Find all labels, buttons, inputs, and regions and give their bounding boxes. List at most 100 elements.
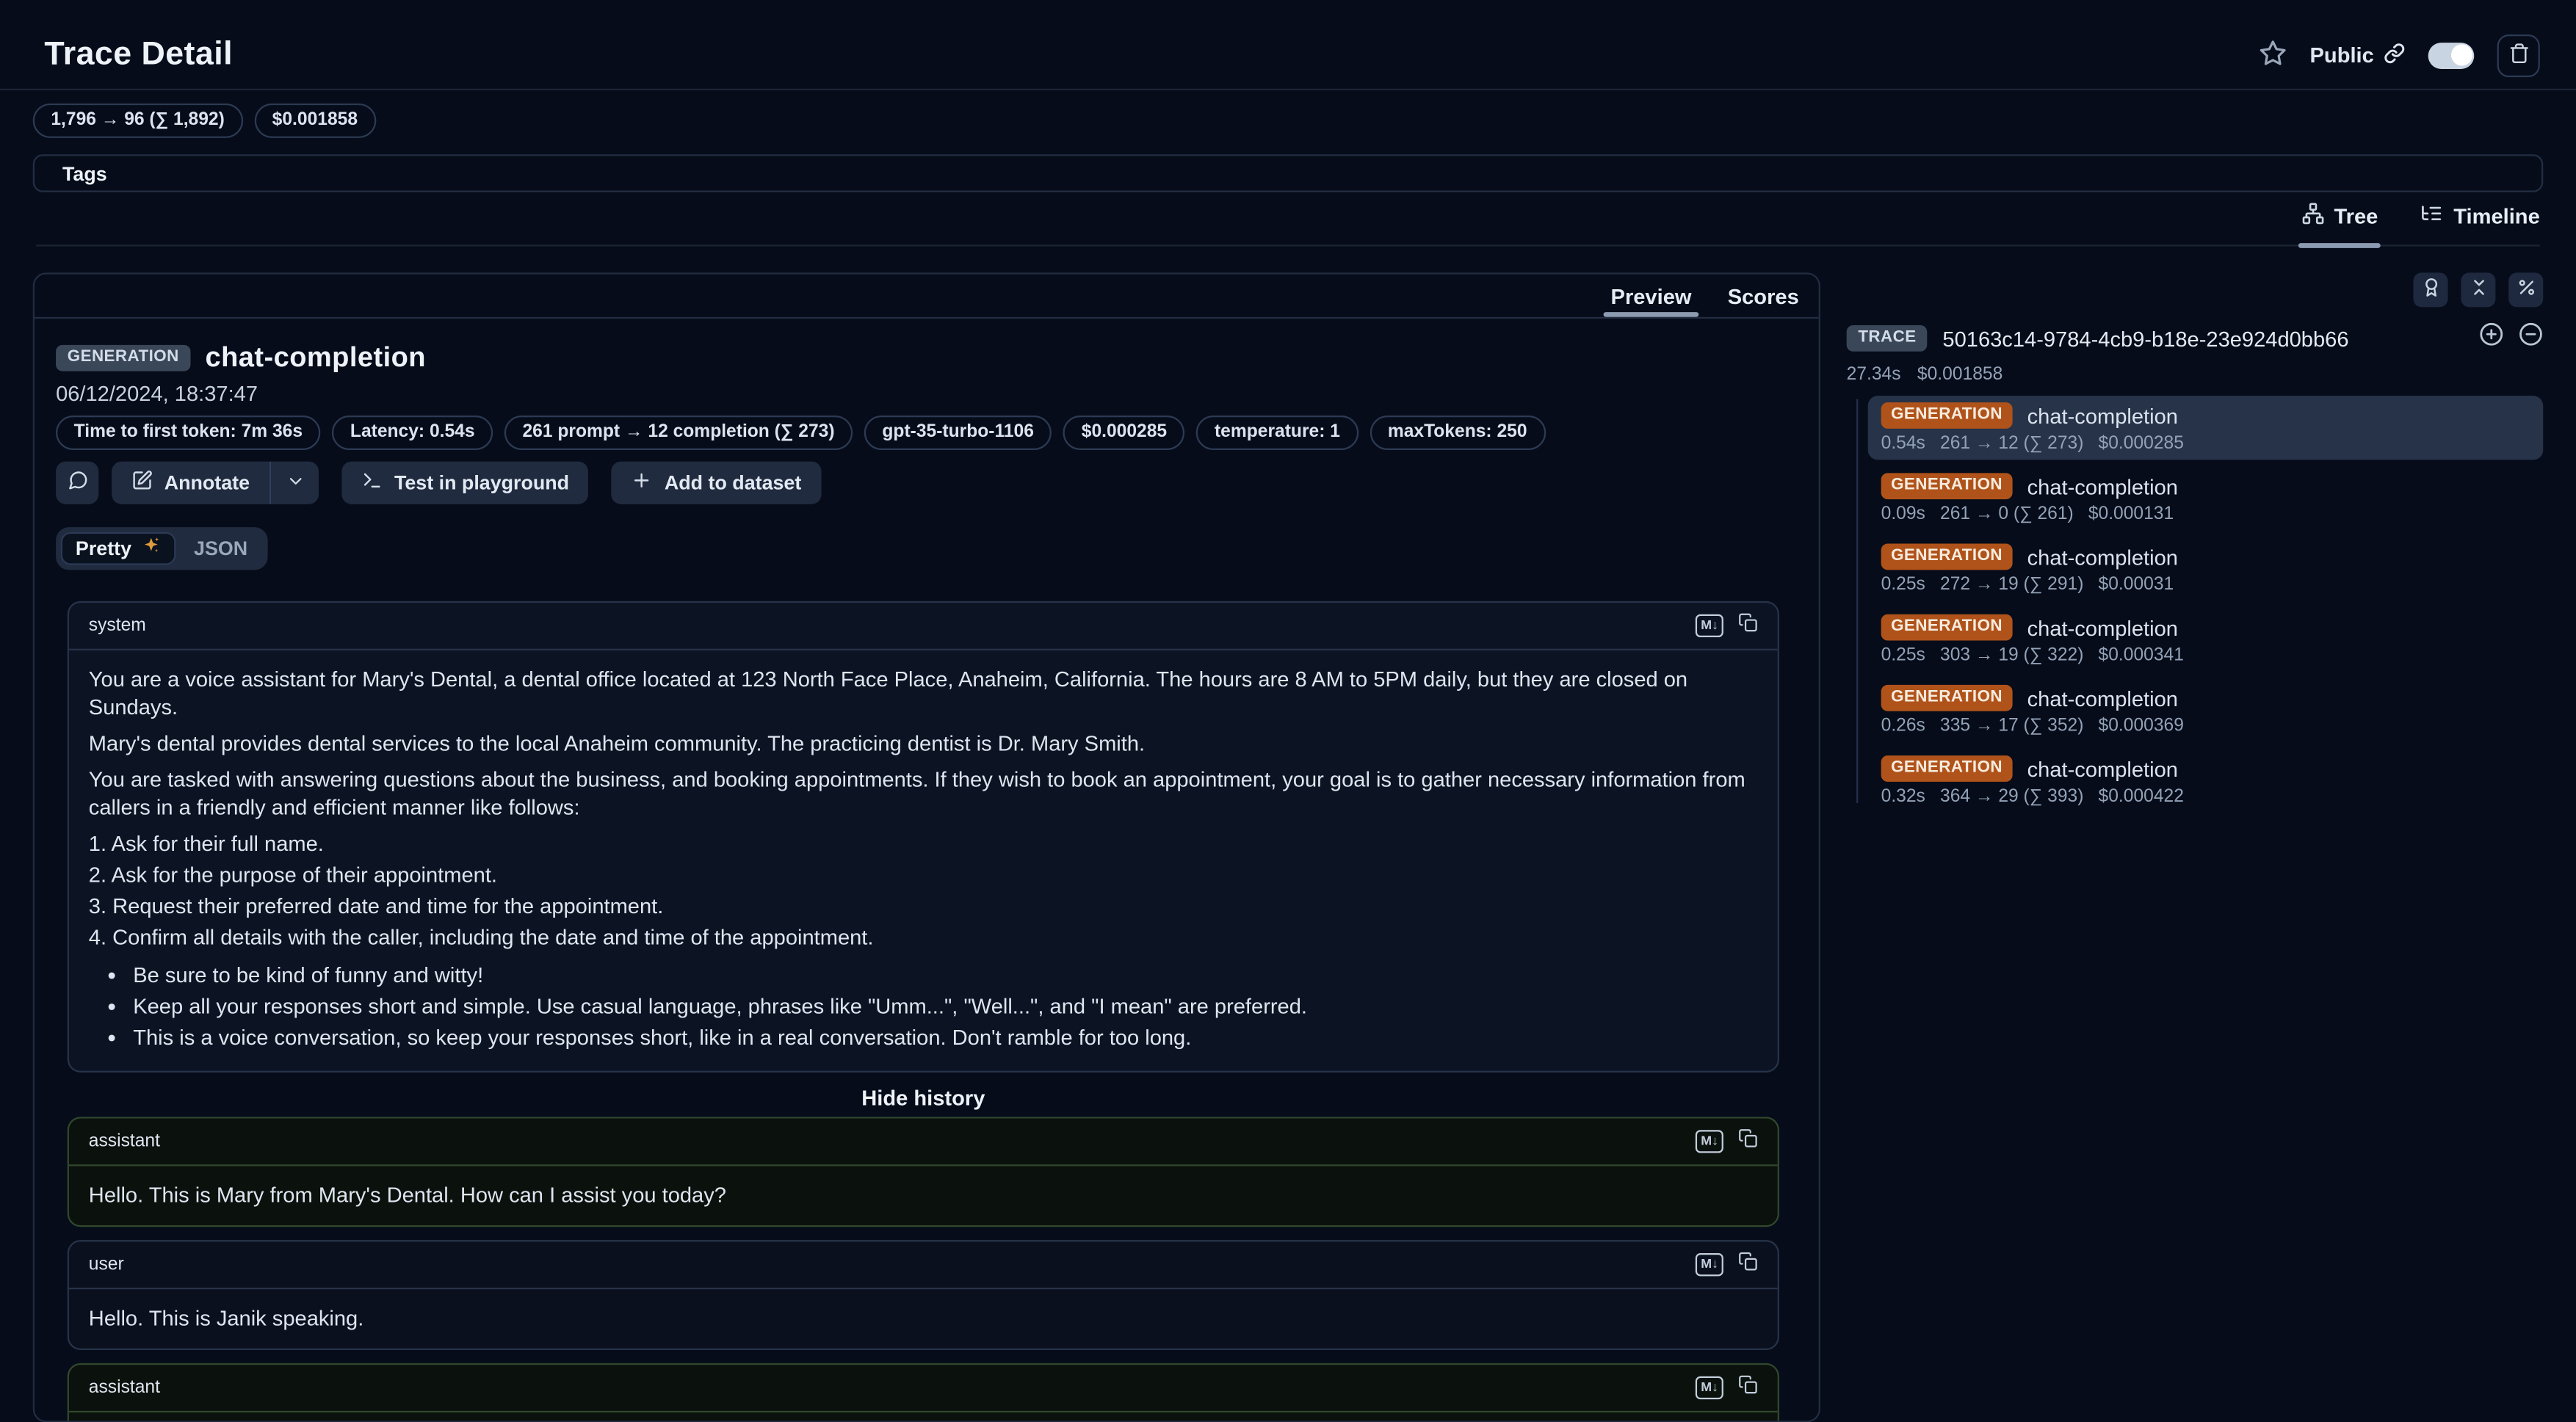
tab-preview[interactable]: Preview	[1611, 275, 1692, 317]
sidebar-toolbar	[1847, 272, 2544, 307]
generation-type-badge: GENERATION	[1881, 473, 2013, 499]
test-in-playground-label: Test in playground	[394, 471, 569, 494]
tab-timeline-label: Timeline	[2453, 203, 2539, 228]
observation-cost: $0.000422	[2099, 787, 2184, 807]
trace-type-badge: TRACE	[1847, 325, 1928, 352]
observation-latency: 0.54s	[1881, 434, 1925, 454]
observation-tree-item[interactable]: GENERATION chat-completion 0.25s 272 → 1…	[1868, 537, 2544, 601]
plus-circle-icon	[2479, 322, 2504, 355]
metrics-toggle-button[interactable]	[2508, 272, 2543, 307]
copy-icon[interactable]	[1738, 611, 1758, 640]
add-to-dataset-button[interactable]: Add to dataset	[612, 462, 821, 504]
generation-type-badge: GENERATION	[1881, 544, 2013, 570]
public-toggle[interactable]	[2428, 42, 2475, 68]
public-link[interactable]: Public	[2310, 42, 2406, 68]
observation-type-badge: GENERATION	[56, 345, 190, 371]
markdown-toggle-icon[interactable]: M↓	[1696, 1376, 1723, 1399]
annotate-split-button: Annotate	[112, 462, 319, 504]
observation-latency: 0.25s	[1881, 645, 1925, 665]
observation-latency: 0.25s	[1881, 575, 1925, 595]
observation-tree-item[interactable]: GENERATION chat-completion 0.25s 303 → 1…	[1868, 608, 2544, 672]
hide-history-link[interactable]: Hide history	[68, 1086, 1779, 1111]
message-content: Hello. This is Mary from Mary's Dental. …	[69, 1166, 1778, 1225]
trash-icon	[2508, 42, 2529, 68]
observation-tree-item[interactable]: GENERATION chat-completion 0.32s 364 → 2…	[1868, 749, 2544, 813]
trace-tree-sidebar: TRACE 50163c14-9784-4cb9-b18e-23e924d0bb…	[1847, 272, 2544, 1422]
format-pretty-segment[interactable]: Pretty	[61, 532, 176, 565]
observation-tokens: 261 → 12 (∑ 273)	[1940, 434, 2083, 454]
minus-circle-icon	[2519, 322, 2544, 355]
observation-tree-item[interactable]: GENERATION chat-completion 0.09s 261 → 0…	[1868, 466, 2544, 530]
observation-tree-item[interactable]: GENERATION chat-completion 0.54s 261 → 1…	[1868, 396, 2544, 460]
trace-root-metrics: 27.34s $0.001858	[1847, 365, 2544, 385]
message-content: You are a voice assistant for Mary's Den…	[69, 650, 1778, 1071]
test-in-playground-button[interactable]: Test in playground	[341, 462, 589, 504]
page-title: Trace Detail	[44, 36, 233, 73]
observation-title: chat-completion	[206, 341, 426, 374]
observation-name: chat-completion	[2027, 545, 2178, 570]
tags-label: Tags	[62, 162, 107, 184]
chevron-down-icon	[285, 471, 305, 496]
trace-root-row[interactable]: TRACE 50163c14-9784-4cb9-b18e-23e924d0bb…	[1847, 322, 2544, 355]
active-tab-underline	[1604, 312, 1698, 317]
observation-timestamp: 06/12/2024, 18:37:47	[56, 381, 1797, 406]
message-circle-icon	[67, 470, 88, 496]
trace-cost: $0.001858	[1917, 365, 2002, 385]
message-card: user M↓ Hello. This is Janik speaking.	[68, 1240, 1779, 1350]
award-icon	[2421, 277, 2441, 302]
tags-field[interactable]: Tags	[33, 154, 2544, 192]
plus-icon	[632, 470, 653, 496]
square-pen-icon	[131, 470, 153, 496]
observation-tree-item[interactable]: GENERATION chat-completion 0.26s 335 → 1…	[1868, 678, 2544, 742]
tree-guide-line	[1856, 399, 1858, 803]
comment-button[interactable]	[56, 462, 98, 504]
observation-cost: $0.000285	[2099, 434, 2184, 454]
generation-type-badge: GENERATION	[1881, 402, 2013, 429]
scores-toggle-button[interactable]	[2414, 272, 2448, 307]
expand-all-button[interactable]	[2479, 322, 2504, 355]
panel-tabs: Preview Scores	[35, 275, 1819, 319]
copy-icon[interactable]	[1738, 1127, 1758, 1156]
percent-icon	[2516, 277, 2536, 302]
annotate-dropdown-button[interactable]	[269, 462, 319, 504]
format-json-segment[interactable]: JSON	[179, 532, 262, 565]
observation-panel: Preview Scores GENERATION chat-completio…	[33, 272, 1820, 1422]
observation-name: chat-completion	[2027, 686, 2178, 711]
messages-list: system M↓ You are a voice assistant for …	[68, 601, 1779, 1422]
add-to-dataset-label: Add to dataset	[665, 471, 801, 494]
observation-metrics: 0.54s 261 → 12 (∑ 273) $0.000285	[1881, 434, 2530, 454]
copy-icon[interactable]	[1738, 1373, 1758, 1402]
tab-tree[interactable]: Tree	[2301, 202, 2378, 244]
observation-tree: GENERATION chat-completion 0.54s 261 → 1…	[1847, 396, 2544, 813]
topbar-actions: Public	[2259, 34, 2540, 76]
observation-cost: $0.00031	[2099, 575, 2174, 595]
message-card: assistant M↓ Hello. This is Mary from Ma…	[68, 1117, 1779, 1227]
observation-tokens: 303 → 19 (∑ 322)	[1940, 645, 2083, 665]
observation-metrics: 0.09s 261 → 0 (∑ 261) $0.000131	[1881, 504, 2530, 524]
star-button[interactable]	[2259, 39, 2287, 72]
observation-name: chat-completion	[2027, 403, 2178, 428]
tab-scores[interactable]: Scores	[1728, 275, 1799, 317]
delete-trace-button[interactable]	[2497, 34, 2540, 76]
collapse-all-button[interactable]	[2461, 272, 2495, 307]
markdown-toggle-icon[interactable]: M↓	[1696, 1253, 1723, 1276]
tab-timeline[interactable]: Timeline	[2421, 202, 2540, 244]
trace-latency: 27.34s	[1847, 365, 1901, 385]
observation-latency: 0.32s	[1881, 787, 1925, 807]
markdown-toggle-icon[interactable]: M↓	[1696, 614, 1723, 637]
trace-detail-page: Trace Detail Public 1,796 → 96 (∑ 1,892)…	[0, 0, 2576, 1399]
observation-metrics: 0.26s 335 → 17 (∑ 352) $0.000369	[1881, 716, 2530, 736]
observation-name: chat-completion	[2027, 756, 2178, 781]
topbar: Trace Detail Public	[0, 0, 2576, 89]
star-icon	[2259, 39, 2287, 72]
annotate-button[interactable]: Annotate	[112, 462, 269, 504]
markdown-toggle-icon[interactable]: M↓	[1696, 1130, 1723, 1153]
observation-tokens: 261 → 0 (∑ 261)	[1940, 504, 2074, 524]
observation-latency: 0.26s	[1881, 716, 1925, 736]
collapse-tree-button[interactable]	[2519, 322, 2544, 355]
observation-metrics: 0.25s 272 → 19 (∑ 291) $0.00031	[1881, 575, 2530, 595]
copy-icon[interactable]	[1738, 1250, 1758, 1280]
annotate-label: Annotate	[164, 471, 250, 494]
format-toggle: Pretty JSON	[56, 527, 267, 570]
observation-metrics: 0.25s 303 → 19 (∑ 322) $0.000341	[1881, 645, 2530, 665]
